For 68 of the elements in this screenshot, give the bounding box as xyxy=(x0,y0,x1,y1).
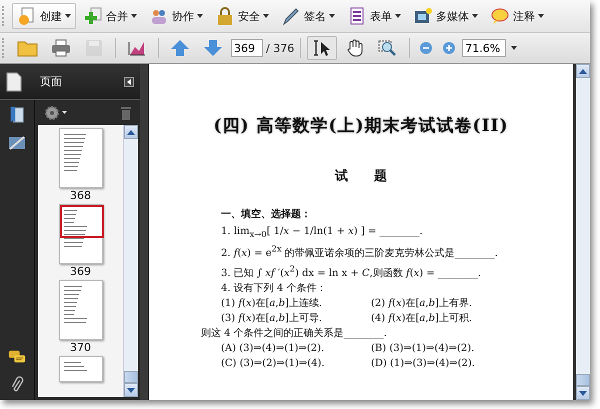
page-thumbnail[interactable] xyxy=(58,356,102,382)
film-icon xyxy=(413,6,433,26)
page-count: / 376 xyxy=(266,42,294,54)
toolbar-button[interactable]: 签名 xyxy=(276,3,340,29)
toolbar-button[interactable]: 合并 xyxy=(78,3,142,29)
caret-icon xyxy=(538,14,544,18)
section-heading: 试 题 xyxy=(334,168,388,185)
page-icon xyxy=(6,72,22,92)
toolbar-button[interactable]: 多媒体 xyxy=(408,3,483,29)
question-section-title: 一、填空、选择题： xyxy=(221,208,312,221)
signature-panel-button[interactable] xyxy=(8,134,26,152)
caret-icon xyxy=(329,14,335,18)
caret-icon xyxy=(395,14,401,18)
page-thumbnail[interactable] xyxy=(58,204,102,264)
plus-icon xyxy=(83,6,103,26)
toolbar-button[interactable]: 创建 xyxy=(12,3,76,29)
option-text: (2) f(x)在[a,b]上有界. xyxy=(371,296,472,311)
option-text: (1) f(x)在[a,b]上连续. xyxy=(221,296,324,311)
document-title: (四) 高等数学(上)期末考试试卷(II) xyxy=(212,115,510,137)
page-thumbnail[interactable] xyxy=(58,280,102,340)
down-arrow-icon xyxy=(579,390,587,396)
option-text: (A) (3)⇒(4)⇒(1)⇒(2). xyxy=(221,342,326,356)
padlock-icon xyxy=(215,6,235,26)
option-text: (D) (1)⇒(3)⇒(4)⇒(2). xyxy=(371,356,475,371)
page-number-label: 368 xyxy=(70,189,91,202)
scroll-down-button[interactable] xyxy=(124,383,138,397)
option-text: (4) f(x)在[a,b]上可积. xyxy=(371,312,472,326)
question-text: 3. 已知 ∫ xf ′(x$^{2}$) dx = ln x + C,则函数 f(x) = ________. xyxy=(221,262,482,281)
toolbar-button[interactable]: 协作 xyxy=(144,3,208,29)
caret-icon xyxy=(131,14,137,18)
toolbar-button[interactable]: 表单 xyxy=(342,3,406,29)
speech-bubble-icon xyxy=(490,6,510,26)
page-thumbnail[interactable] xyxy=(58,128,102,188)
toolbar-button[interactable]: 安全 xyxy=(210,3,274,29)
up-arrow-icon xyxy=(579,68,587,74)
option-text: (B) (3)⇒(1)⇒(4)⇒(2). xyxy=(371,342,474,356)
zoom-dropdown-button[interactable] xyxy=(509,44,520,52)
bookmarks-button[interactable] xyxy=(8,106,26,124)
question-text: 则这 4 个条件之间的正确关系是________. xyxy=(201,326,388,341)
up-arrow-icon xyxy=(127,130,135,134)
scrollbar-thumb[interactable] xyxy=(124,371,138,383)
triangle-left-icon xyxy=(127,78,131,84)
option-text: (3) f(x)在[a,b]上可导. xyxy=(221,312,324,326)
option-text: (C) (3)⇒(2)⇒(1)⇒(4). xyxy=(221,356,326,371)
scrollbar-thumb[interactable] xyxy=(576,374,590,386)
pen-icon xyxy=(281,6,301,26)
scroll-up-button[interactable] xyxy=(576,64,590,78)
collapse-panel-button[interactable] xyxy=(124,76,134,86)
zoom-field[interactable]: 71.6% xyxy=(462,39,506,57)
scroll-up-button[interactable] xyxy=(124,125,138,139)
options-button[interactable] xyxy=(44,106,68,120)
down-arrow-icon xyxy=(127,388,135,392)
page-number-label: 370 xyxy=(70,341,91,354)
question-text: 4. 设有下列 4 个条件： xyxy=(221,282,328,296)
chart-icon xyxy=(126,39,148,57)
caret-icon xyxy=(197,14,203,18)
question-text: 2. f(x) = e$^{2x}$ 的带佩亚诺余项的三阶麦克劳林公式是________. xyxy=(221,243,499,262)
caret-icon xyxy=(472,14,478,18)
page-number-field[interactable]: 369 xyxy=(231,39,263,57)
select-tool-button[interactable] xyxy=(307,36,338,60)
toolbar-button[interactable]: 注释 xyxy=(485,3,549,29)
question-text: 1. lim$_{x→0}$[ 1/x − 1/ln(1 + x) ] = ________. xyxy=(221,225,424,241)
caret-icon xyxy=(65,14,71,18)
delete-button[interactable] xyxy=(120,106,132,120)
scroll-down-button[interactable] xyxy=(576,386,590,400)
caret-icon xyxy=(263,14,269,18)
page-number-label: 369 xyxy=(70,265,91,278)
panel-title: 页面 xyxy=(40,74,63,89)
